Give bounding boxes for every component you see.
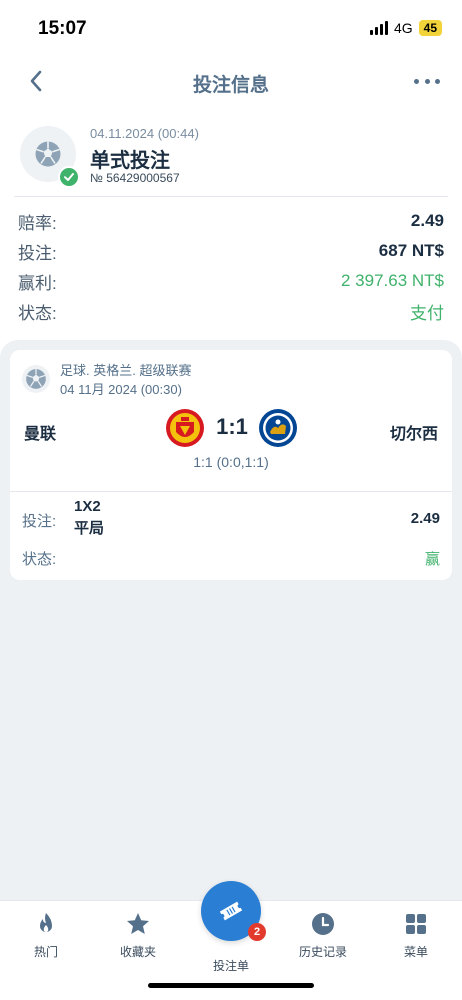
ticket-icon [219, 901, 243, 921]
result-value: 赢 [424, 551, 440, 568]
odds-label: 赔率: [18, 213, 57, 233]
grid-icon [406, 914, 426, 934]
bottom-tab-bar: 热门 收藏夹 投注单 2 历史记录 菜单 [0, 881, 462, 1000]
status-value: 支付 [410, 303, 444, 323]
pick-market: 1X2 [74, 498, 101, 515]
match-date: 04 11月 2024 (00:30) [60, 382, 182, 397]
card-divider [10, 491, 452, 492]
stake-value: 687 NT$ [378, 241, 444, 260]
man-utd-crest-icon [166, 409, 204, 447]
more-button[interactable] [414, 70, 440, 92]
pick-label: 投注: [22, 513, 57, 530]
win-value: 2 397.63 NT$ [340, 271, 444, 290]
flame-icon [40, 913, 52, 932]
tab-label: 热门 [33, 945, 58, 959]
star-icon [127, 913, 149, 934]
score-detail: 1:1 (0:0,1:1) [193, 454, 269, 470]
home-team: 曼联 [24, 426, 57, 443]
pick-outcome: 平局 [74, 520, 105, 537]
tab-label: 菜单 [403, 945, 428, 959]
bet-summary: 赔率: 2.49 投注: 687 NT$ 赢利: 2 397.63 NT$ 状态… [18, 206, 444, 326]
away-team: 切尔西 [389, 426, 438, 443]
tab-menu[interactable]: 菜单 [376, 911, 456, 960]
tab-label: 收藏夹 [119, 945, 156, 959]
tab-label: 投注单 [212, 959, 249, 973]
stake-label: 投注: [18, 243, 57, 263]
status-bar: 15:07 4G 45 [0, 0, 462, 56]
bet-type: 单式投注 [90, 150, 170, 172]
signal-icon [369, 21, 388, 35]
network-type: 4G [393, 20, 413, 36]
status-time: 15:07 [38, 18, 87, 39]
league-soccer-icon [22, 365, 50, 393]
stake-row: 投注: 687 NT$ [18, 236, 444, 266]
divider [14, 196, 448, 197]
odds-row: 赔率: 2.49 [18, 206, 444, 236]
betslip-count-badge: 2 [248, 923, 266, 941]
battery-icon: 45 [418, 20, 442, 36]
check-icon [58, 166, 80, 188]
bet-date: 04.11.2024 (00:44) [90, 126, 199, 141]
league-name: 足球. 英格兰. 超级联赛 [60, 363, 192, 378]
match-card[interactable]: 足球. 英格兰. 超级联赛 04 11月 2024 (00:30) 曼联 1:1… [10, 350, 452, 580]
page-title: 投注信息 [192, 75, 269, 96]
bet-number: № 56429000567 [90, 171, 180, 185]
pick-odds: 2.49 [410, 510, 440, 527]
tab-history[interactable]: 历史记录 [283, 911, 363, 960]
nav-header: 投注信息 [0, 56, 462, 106]
status-indicators: 4G 45 [369, 20, 442, 36]
home-indicator [148, 983, 314, 988]
win-label: 赢利: [18, 273, 57, 293]
tab-favorites[interactable]: 收藏夹 [98, 911, 178, 960]
clock-icon [312, 913, 334, 935]
win-row: 赢利: 2 397.63 NT$ [18, 266, 444, 296]
status-row: 状态: 支付 [18, 296, 444, 326]
odds-value: 2.49 [410, 211, 444, 230]
bet-header: 04.11.2024 (00:44) 单式投注 № 56429000567 [0, 120, 462, 196]
score: 1:1 [216, 414, 248, 439]
more-dots-icon [414, 78, 419, 84]
tab-label: 历史记录 [298, 945, 347, 959]
tab-betslip[interactable]: 投注单 [191, 951, 271, 974]
chelsea-crest-icon [259, 409, 297, 447]
tab-popular[interactable]: 热门 [6, 911, 86, 960]
result-label: 状态: [22, 551, 57, 568]
status-label: 状态: [18, 303, 57, 323]
